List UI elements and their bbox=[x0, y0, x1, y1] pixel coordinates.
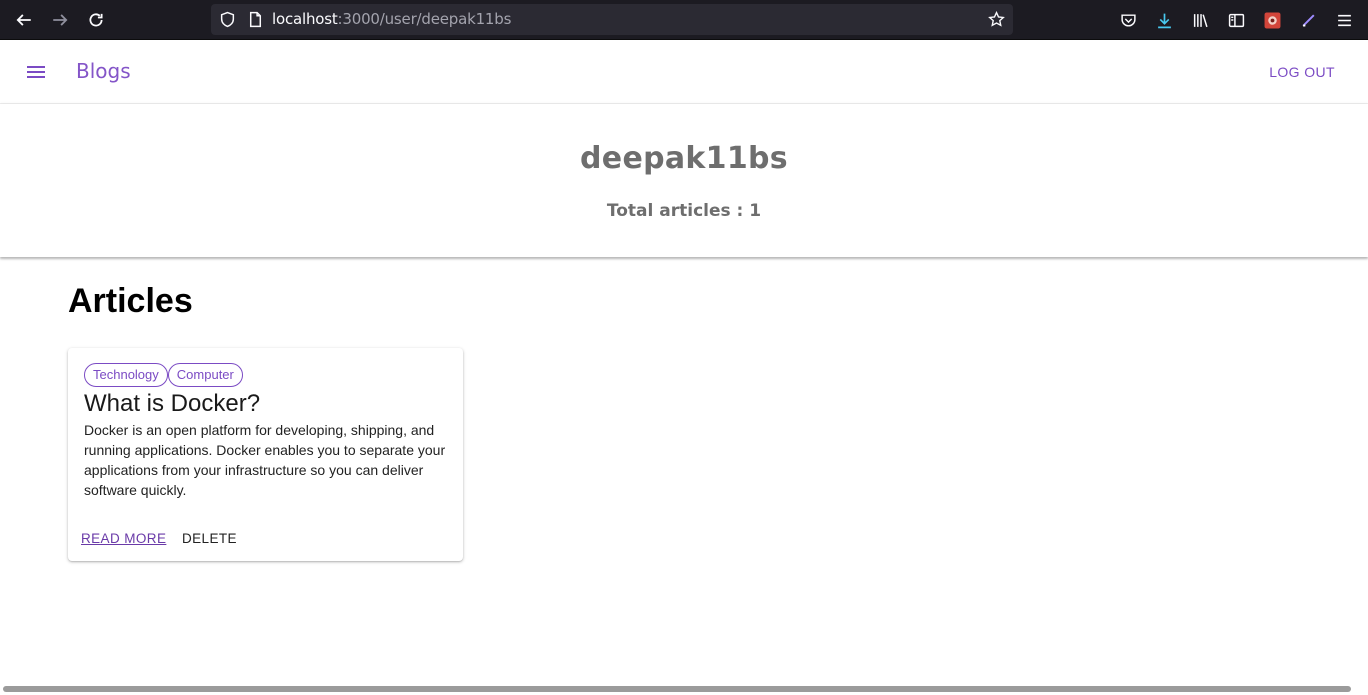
app-bar: Blogs LOG OUT bbox=[0, 40, 1368, 104]
article-excerpt: Docker is an open platform for developin… bbox=[84, 422, 446, 498]
url-text[interactable]: localhost:3000/user/deepak11bs bbox=[272, 11, 511, 28]
back-arrow-icon[interactable] bbox=[13, 9, 35, 31]
horizontal-scrollbar[interactable] bbox=[3, 686, 1351, 692]
brand-title[interactable]: Blogs bbox=[76, 59, 131, 83]
article-card: Technology Computer What is Docker? Dock… bbox=[68, 348, 463, 561]
page-icon bbox=[247, 11, 264, 28]
delete-button[interactable]: DELETE bbox=[182, 531, 237, 546]
tag-chip-computer[interactable]: Computer bbox=[167, 363, 243, 387]
extension-icon[interactable] bbox=[1262, 10, 1282, 30]
article-title: What is Docker? bbox=[84, 390, 261, 417]
total-articles-text: Total articles : 1 bbox=[606, 201, 762, 221]
url-path: :3000/user/deepak11bs bbox=[337, 10, 512, 28]
reload-icon[interactable] bbox=[85, 9, 107, 31]
library-icon[interactable] bbox=[1190, 10, 1210, 30]
hamburger-menu-icon[interactable] bbox=[1334, 10, 1354, 30]
download-icon[interactable] bbox=[1154, 10, 1174, 30]
url-host: localhost bbox=[272, 10, 338, 28]
shield-icon[interactable] bbox=[219, 11, 236, 28]
read-more-button[interactable]: READ MORE bbox=[81, 531, 166, 546]
pocket-icon[interactable] bbox=[1118, 10, 1138, 30]
address-bar[interactable]: localhost:3000/user/deepak11bs bbox=[211, 4, 1013, 35]
sidebar-icon[interactable] bbox=[1226, 10, 1246, 30]
bookmark-star-icon[interactable] bbox=[988, 10, 1005, 28]
tag-chip-technology[interactable]: Technology bbox=[84, 363, 168, 387]
pen-extension-icon[interactable] bbox=[1298, 10, 1318, 30]
menu-icon[interactable] bbox=[24, 60, 48, 84]
articles-heading: Articles bbox=[68, 282, 193, 320]
logout-button[interactable]: LOG OUT bbox=[1269, 64, 1335, 80]
forward-arrow-icon[interactable] bbox=[49, 9, 71, 31]
browser-toolbar: localhost:3000/user/deepak11bs bbox=[0, 0, 1368, 40]
username-heading: deepak11bs bbox=[580, 141, 788, 176]
profile-header: deepak11bs Total articles : 1 bbox=[0, 104, 1368, 257]
tag-list: Technology Computer bbox=[84, 363, 243, 387]
